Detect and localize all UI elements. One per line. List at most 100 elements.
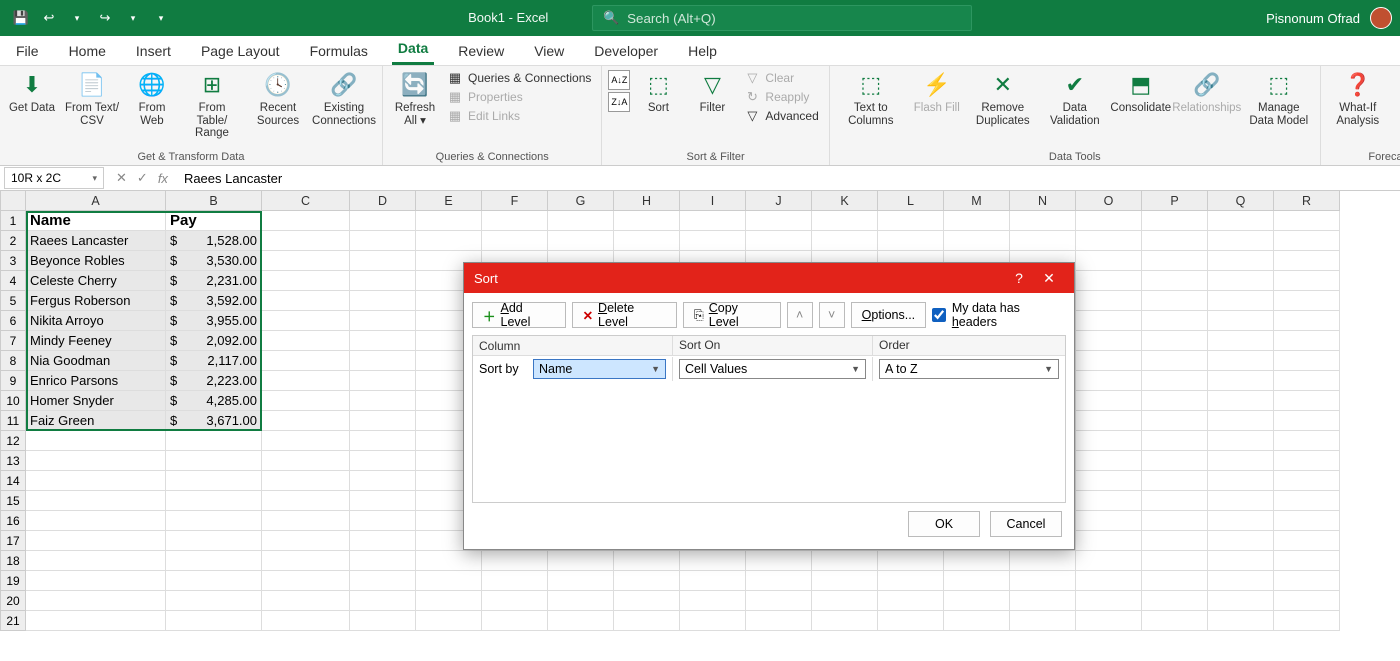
cell-M1[interactable] xyxy=(944,211,1010,231)
cell-F1[interactable] xyxy=(482,211,548,231)
redo-dropdown-icon[interactable]: ▾ xyxy=(124,9,142,27)
cell-P13[interactable] xyxy=(1142,451,1208,471)
reapply-button[interactable]: ↻Reapply xyxy=(744,89,818,105)
cell-R1[interactable] xyxy=(1274,211,1340,231)
cell-C14[interactable] xyxy=(262,471,350,491)
text-to-columns-button[interactable]: ⬚Text to Columns xyxy=(836,68,906,129)
cell-F18[interactable] xyxy=(482,551,548,571)
cell-H19[interactable] xyxy=(614,571,680,591)
tab-formulas[interactable]: Formulas xyxy=(304,39,374,65)
cell-O15[interactable] xyxy=(1076,491,1142,511)
cell-P4[interactable] xyxy=(1142,271,1208,291)
cell-L18[interactable] xyxy=(878,551,944,571)
cell-R19[interactable] xyxy=(1274,571,1340,591)
column-header-L[interactable]: L xyxy=(878,191,944,211)
row-header[interactable]: 9 xyxy=(0,371,26,391)
cell-C16[interactable] xyxy=(262,511,350,531)
cell-G2[interactable] xyxy=(548,231,614,251)
cell-R8[interactable] xyxy=(1274,351,1340,371)
cell-L1[interactable] xyxy=(878,211,944,231)
cell-O18[interactable] xyxy=(1076,551,1142,571)
cell-R9[interactable] xyxy=(1274,371,1340,391)
cell-J2[interactable] xyxy=(746,231,812,251)
cell-A5[interactable]: Fergus Roberson xyxy=(26,291,166,311)
row-header[interactable]: 17 xyxy=(0,531,26,551)
cell-A12[interactable] xyxy=(26,431,166,451)
cell-R17[interactable] xyxy=(1274,531,1340,551)
cell-B4[interactable]: $2,231.00 xyxy=(166,271,262,291)
cell-R14[interactable] xyxy=(1274,471,1340,491)
cell-D13[interactable] xyxy=(350,451,416,471)
cell-B12[interactable] xyxy=(166,431,262,451)
cell-P7[interactable] xyxy=(1142,331,1208,351)
row-header[interactable]: 7 xyxy=(0,331,26,351)
cell-F21[interactable] xyxy=(482,611,548,631)
row-header[interactable]: 18 xyxy=(0,551,26,571)
cell-P8[interactable] xyxy=(1142,351,1208,371)
row-header[interactable]: 20 xyxy=(0,591,26,611)
column-header-E[interactable]: E xyxy=(416,191,482,211)
cell-F19[interactable] xyxy=(482,571,548,591)
cell-O11[interactable] xyxy=(1076,411,1142,431)
cell-J20[interactable] xyxy=(746,591,812,611)
cell-P5[interactable] xyxy=(1142,291,1208,311)
cell-M21[interactable] xyxy=(944,611,1010,631)
what-if-analysis-button[interactable]: ❓What-If Analysis xyxy=(1327,68,1389,129)
cell-M19[interactable] xyxy=(944,571,1010,591)
cell-P17[interactable] xyxy=(1142,531,1208,551)
cell-O16[interactable] xyxy=(1076,511,1142,531)
cell-P3[interactable] xyxy=(1142,251,1208,271)
cell-Q14[interactable] xyxy=(1208,471,1274,491)
cell-B10[interactable]: $4,285.00 xyxy=(166,391,262,411)
sort-asc-button[interactable]: A↓Z xyxy=(608,70,630,90)
column-header-P[interactable]: P xyxy=(1142,191,1208,211)
cell-R10[interactable] xyxy=(1274,391,1340,411)
cell-Q4[interactable] xyxy=(1208,271,1274,291)
cell-A17[interactable] xyxy=(26,531,166,551)
row-header[interactable]: 5 xyxy=(0,291,26,311)
column-header-O[interactable]: O xyxy=(1076,191,1142,211)
cell-D12[interactable] xyxy=(350,431,416,451)
cell-Q3[interactable] xyxy=(1208,251,1274,271)
cell-D6[interactable] xyxy=(350,311,416,331)
cell-Q19[interactable] xyxy=(1208,571,1274,591)
cell-A8[interactable]: Nia Goodman xyxy=(26,351,166,371)
cell-N18[interactable] xyxy=(1010,551,1076,571)
cell-K20[interactable] xyxy=(812,591,878,611)
cell-C9[interactable] xyxy=(262,371,350,391)
cell-R5[interactable] xyxy=(1274,291,1340,311)
formula-input[interactable]: Raees Lancaster xyxy=(176,171,1400,186)
tab-review[interactable]: Review xyxy=(452,39,510,65)
cell-H1[interactable] xyxy=(614,211,680,231)
row-header[interactable]: 14 xyxy=(0,471,26,491)
cell-R2[interactable] xyxy=(1274,231,1340,251)
column-header-G[interactable]: G xyxy=(548,191,614,211)
cell-E20[interactable] xyxy=(416,591,482,611)
cell-I18[interactable] xyxy=(680,551,746,571)
cell-N21[interactable] xyxy=(1010,611,1076,631)
cell-G21[interactable] xyxy=(548,611,614,631)
cell-C7[interactable] xyxy=(262,331,350,351)
cell-Q1[interactable] xyxy=(1208,211,1274,231)
select-all-cell[interactable] xyxy=(0,191,26,211)
cell-M20[interactable] xyxy=(944,591,1010,611)
cell-P11[interactable] xyxy=(1142,411,1208,431)
cell-P10[interactable] xyxy=(1142,391,1208,411)
cell-C19[interactable] xyxy=(262,571,350,591)
cell-A4[interactable]: Celeste Cherry xyxy=(26,271,166,291)
cell-A16[interactable] xyxy=(26,511,166,531)
row-header[interactable]: 16 xyxy=(0,511,26,531)
cell-J21[interactable] xyxy=(746,611,812,631)
cell-C11[interactable] xyxy=(262,411,350,431)
row-header[interactable]: 4 xyxy=(0,271,26,291)
cell-O4[interactable] xyxy=(1076,271,1142,291)
cell-C12[interactable] xyxy=(262,431,350,451)
cell-Q18[interactable] xyxy=(1208,551,1274,571)
cell-O20[interactable] xyxy=(1076,591,1142,611)
cell-B20[interactable] xyxy=(166,591,262,611)
cell-K18[interactable] xyxy=(812,551,878,571)
row-header[interactable]: 11 xyxy=(0,411,26,431)
cell-C10[interactable] xyxy=(262,391,350,411)
refresh-all-button[interactable]: 🔄 Refresh All ▾ xyxy=(389,68,441,129)
cell-B14[interactable] xyxy=(166,471,262,491)
